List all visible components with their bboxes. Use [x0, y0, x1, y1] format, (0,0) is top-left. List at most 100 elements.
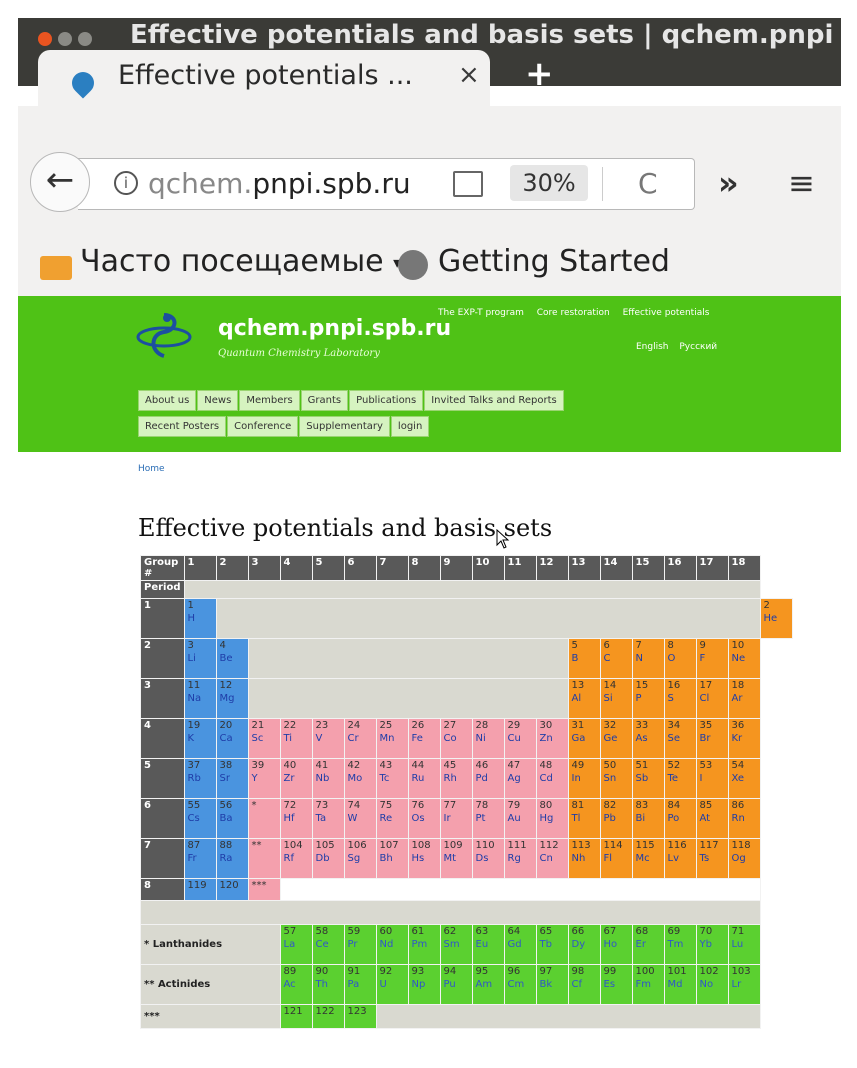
- element-cell[interactable]: 63 Eu: [471, 924, 505, 965]
- element-cell[interactable]: 23 V: [311, 718, 345, 759]
- element-cell[interactable]: 98 Cf: [567, 964, 601, 1005]
- menu-recent-posters[interactable]: Recent Posters: [138, 416, 227, 437]
- element-cell[interactable]: 6C: [599, 638, 633, 679]
- element-cell[interactable]: 62 Sm: [439, 924, 473, 965]
- lang-english[interactable]: English: [636, 342, 669, 352]
- element-cell[interactable]: 82 Pb: [599, 798, 633, 839]
- element-cell[interactable]: 123: [343, 1004, 377, 1029]
- menu-publications[interactable]: Publications: [349, 390, 424, 411]
- element-cell[interactable]: 97 Bk: [535, 964, 569, 1005]
- element-cell[interactable]: 122: [311, 1004, 345, 1029]
- element-cell[interactable]: 90 Th: [311, 964, 345, 1005]
- element-cell[interactable]: 33 As: [631, 718, 665, 759]
- element-cell[interactable]: 66 Dy: [567, 924, 601, 965]
- element-cell[interactable]: 28 Ni: [471, 718, 505, 759]
- element-cell[interactable]: 115 Mc: [631, 838, 665, 879]
- element-cell[interactable]: 95 Am: [471, 964, 505, 1005]
- element-cell[interactable]: 96 Cm: [503, 964, 537, 1005]
- menu-grants[interactable]: Grants: [300, 390, 349, 411]
- element-cell[interactable]: 74 W: [343, 798, 377, 839]
- element-cell[interactable]: 43 Tc: [375, 758, 409, 799]
- element-cell[interactable]: 26 Fe: [407, 718, 441, 759]
- menu-members[interactable]: Members: [239, 390, 300, 411]
- element-cell[interactable]: 51 Sb: [631, 758, 665, 799]
- element-cell[interactable]: 36 Kr: [727, 718, 761, 759]
- element-cell[interactable]: 9F: [695, 638, 729, 679]
- reader-view-icon[interactable]: [453, 171, 483, 197]
- element-cell[interactable]: 109 Mt: [439, 838, 473, 879]
- element-cell[interactable]: 44 Ru: [407, 758, 441, 799]
- element-cell[interactable]: 112 Cn: [535, 838, 569, 879]
- element-cell[interactable]: 73 Ta: [311, 798, 345, 839]
- element-cell[interactable]: 79 Au: [503, 798, 537, 839]
- element-cell[interactable]: 2 He: [759, 598, 793, 639]
- element-cell[interactable]: 40 Zr: [279, 758, 313, 799]
- element-cell[interactable]: 35 Br: [695, 718, 729, 759]
- element-cell[interactable]: 15 P: [631, 678, 665, 719]
- element-cell[interactable]: 24 Cr: [343, 718, 377, 759]
- element-cell[interactable]: 93 Np: [407, 964, 441, 1005]
- element-cell[interactable]: 38 Sr: [215, 758, 249, 799]
- element-cell[interactable]: 94 Pu: [439, 964, 473, 1005]
- element-cell[interactable]: 101 Md: [663, 964, 697, 1005]
- element-cell[interactable]: 3 Li: [183, 638, 217, 679]
- lang-russian[interactable]: Русский: [679, 342, 717, 352]
- menu-invited-talks[interactable]: Invited Talks and Reports: [424, 390, 564, 411]
- bookmark-getting-started[interactable]: Getting Started: [438, 244, 670, 279]
- element-cell[interactable]: 59 Pr: [343, 924, 377, 965]
- element-cell[interactable]: 110 Ds: [471, 838, 505, 879]
- element-cell[interactable]: 7N: [631, 638, 665, 679]
- element-cell[interactable]: 58 Ce: [311, 924, 345, 965]
- element-cell[interactable]: 39 Y: [247, 758, 281, 799]
- element-cell[interactable]: 17 Cl: [695, 678, 729, 719]
- browser-tab[interactable]: Effective potentials ... ×: [38, 50, 490, 106]
- element-cell[interactable]: 4 Be: [215, 638, 249, 679]
- element-cell[interactable]: 114 Fl: [599, 838, 633, 879]
- top-link-core-restoration[interactable]: Core restoration: [537, 308, 610, 318]
- element-cell[interactable]: 119: [183, 878, 217, 901]
- element-cell[interactable]: 27 Co: [439, 718, 473, 759]
- element-cell[interactable]: 48 Cd: [535, 758, 569, 799]
- element-cell[interactable]: 5B: [567, 638, 601, 679]
- element-cell[interactable]: 67 Ho: [599, 924, 633, 965]
- element-cell[interactable]: 46 Pd: [471, 758, 505, 799]
- element-cell[interactable]: 117 Ts: [695, 838, 729, 879]
- element-cell[interactable]: 13 Al: [567, 678, 601, 719]
- element-cell[interactable]: 80 Hg: [535, 798, 569, 839]
- element-cell[interactable]: 64 Gd: [503, 924, 537, 965]
- menu-login[interactable]: login: [390, 416, 430, 437]
- new-tab-button[interactable]: +: [525, 54, 554, 94]
- menu-supplementary[interactable]: Supplementary: [299, 416, 390, 437]
- element-cell[interactable]: 50 Sn: [599, 758, 633, 799]
- element-cell[interactable]: 103 Lr: [727, 964, 761, 1005]
- url-text[interactable]: qchem.pnpi.spb.ru: [148, 167, 411, 200]
- element-cell[interactable]: 102 No: [695, 964, 729, 1005]
- element-cell[interactable]: ***: [247, 878, 281, 901]
- element-cell[interactable]: 41 Nb: [311, 758, 345, 799]
- element-cell[interactable]: 18 Ar: [727, 678, 761, 719]
- element-cell[interactable]: 69 Tm: [663, 924, 697, 965]
- element-cell[interactable]: 92 U: [375, 964, 409, 1005]
- element-cell[interactable]: 8O: [663, 638, 697, 679]
- element-cell[interactable]: 56 Ba: [215, 798, 249, 839]
- element-cell[interactable]: **: [247, 838, 281, 879]
- element-cell[interactable]: 42 Mo: [343, 758, 377, 799]
- element-cell[interactable]: 11 Na: [183, 678, 217, 719]
- element-cell[interactable]: 14 Si: [599, 678, 633, 719]
- overflow-chevron-icon[interactable]: »: [718, 164, 739, 202]
- element-cell[interactable]: 70 Yb: [695, 924, 729, 965]
- element-cell[interactable]: 47 Ag: [503, 758, 537, 799]
- reload-icon[interactable]: C: [638, 167, 658, 200]
- site-name[interactable]: qchem.pnpi.spb.ru: [218, 316, 451, 341]
- element-cell[interactable]: 121: [279, 1004, 313, 1029]
- element-cell[interactable]: 61 Pm: [407, 924, 441, 965]
- top-link-effective-potentials[interactable]: Effective potentials: [623, 308, 710, 318]
- element-cell[interactable]: 78 Pt: [471, 798, 505, 839]
- element-cell[interactable]: 83 Bi: [631, 798, 665, 839]
- element-cell[interactable]: 25 Mn: [375, 718, 409, 759]
- top-link-expt[interactable]: The EXP-T program: [438, 308, 524, 318]
- element-cell[interactable]: 65 Tb: [535, 924, 569, 965]
- hamburger-menu-icon[interactable]: ≡: [788, 164, 815, 202]
- element-cell[interactable]: 34 Se: [663, 718, 697, 759]
- element-cell[interactable]: 88 Ra: [215, 838, 249, 879]
